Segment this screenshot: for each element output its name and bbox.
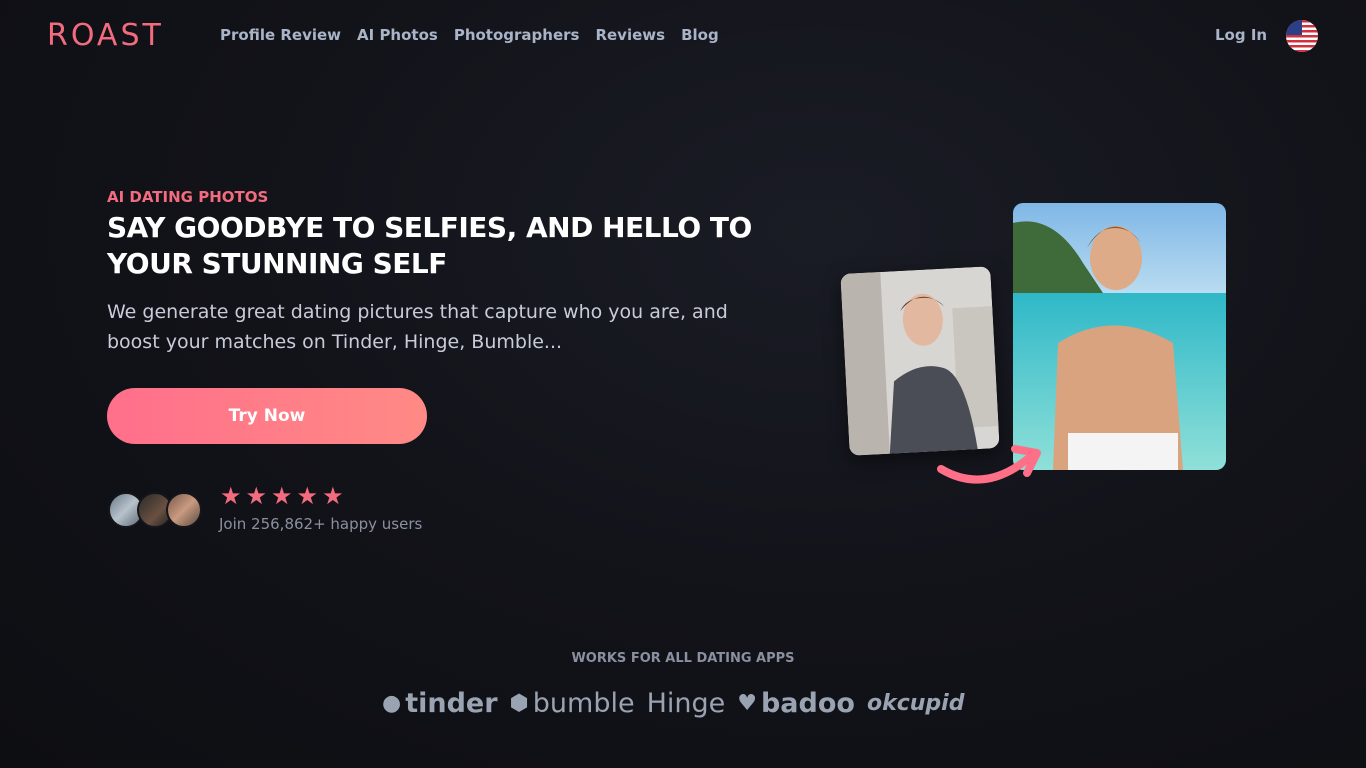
- social-proof-text: Join 256,862+ happy users: [219, 515, 423, 533]
- us-flag-icon[interactable]: [1286, 20, 1318, 52]
- nav-ai-photos[interactable]: AI Photos: [357, 26, 438, 44]
- tinder-label: tinder: [405, 687, 498, 719]
- star-icon: ★: [220, 483, 242, 510]
- dating-apps: ● tinder ⬢ bumble Hinge ♥ badoo okcupid: [382, 683, 982, 723]
- nav-reviews[interactable]: Reviews: [595, 26, 665, 44]
- works-title: WORKS FOR ALL DATING APPS: [571, 651, 795, 666]
- hinge-logo: Hinge: [647, 688, 726, 719]
- main-nav: Profile Review AI Photos Photographers R…: [220, 26, 719, 44]
- header: ROAST Profile Review AI Photos Photograp…: [0, 0, 1366, 72]
- star-icon: ★: [296, 483, 319, 510]
- tinder-logo: ● tinder: [382, 688, 498, 719]
- bumble-label: bumble: [532, 687, 635, 719]
- before-photo: [840, 266, 1000, 456]
- flame-icon: ●: [382, 690, 402, 716]
- star-icon: ★: [322, 483, 344, 510]
- after-photo: [1013, 203, 1226, 470]
- try-now-button[interactable]: Try Now: [107, 388, 427, 444]
- bumble-logo: ⬢ bumble: [510, 688, 635, 719]
- okcupid-label: okcupid: [866, 690, 965, 716]
- avatar: [166, 492, 202, 528]
- hero-headline: SAY GOODBYE TO SELFIES, AND HELLO TO YOU…: [107, 211, 752, 280]
- badoo-label: badoo: [760, 687, 855, 719]
- rating-stars: ★ ★ ★ ★ ★: [220, 484, 344, 510]
- user-avatars: [108, 492, 204, 530]
- nav-blog[interactable]: Blog: [681, 26, 719, 44]
- login-link[interactable]: Log In: [1215, 26, 1267, 44]
- hinge-label: Hinge: [646, 687, 726, 719]
- nav-profile-review[interactable]: Profile Review: [220, 26, 341, 44]
- hero-subtitle: We generate great dating pictures that c…: [107, 301, 728, 353]
- brand-logo[interactable]: ROAST: [47, 18, 164, 53]
- star-icon: ★: [271, 483, 293, 510]
- hero-eyebrow: AI DATING PHOTOS: [107, 188, 269, 206]
- hexagon-icon: ⬢: [509, 690, 529, 716]
- heart-icon: ♥: [737, 690, 757, 716]
- arrow-icon: [937, 445, 1041, 484]
- star-icon: ★: [245, 483, 268, 510]
- badoo-logo: ♥ badoo: [737, 688, 855, 719]
- okcupid-logo: okcupid: [867, 691, 965, 716]
- nav-photographers[interactable]: Photographers: [454, 26, 580, 44]
